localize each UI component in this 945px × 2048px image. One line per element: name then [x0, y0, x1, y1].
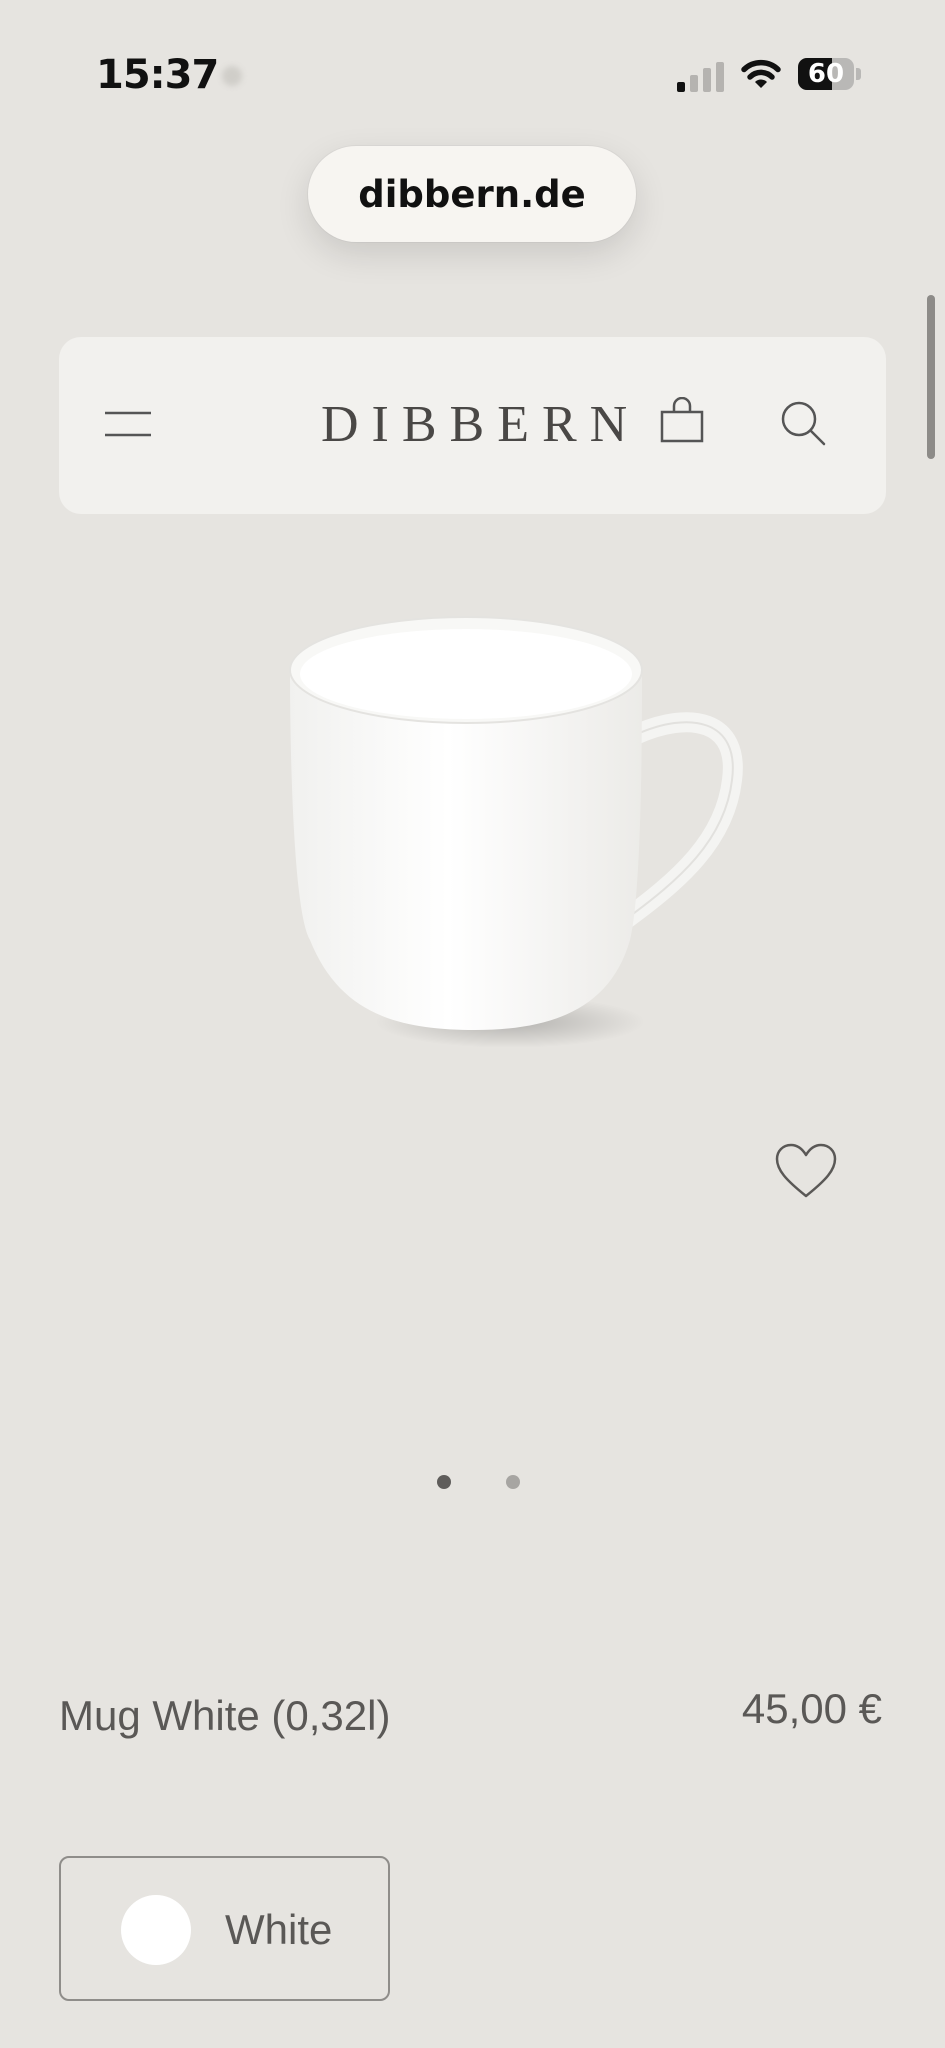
carousel-dot-1[interactable]: [437, 1475, 451, 1489]
menu-icon[interactable]: [105, 409, 151, 439]
site-header: DIBBERN: [59, 337, 886, 514]
url-text: dibbern.de: [358, 172, 586, 216]
status-indicator-icon: [222, 66, 242, 86]
wifi-icon: [741, 59, 781, 88]
carousel-pagination: [433, 1475, 533, 1495]
status-bar: 15:37 60: [0, 0, 945, 150]
wishlist-heart-icon[interactable]: [774, 1142, 838, 1200]
brand-logo[interactable]: DIBBERN: [321, 395, 640, 455]
product-title: Mug White (0,32l): [59, 1692, 391, 1739]
product-image[interactable]: [270, 610, 750, 1080]
signal-icon: [677, 62, 724, 92]
search-icon[interactable]: [779, 399, 827, 447]
color-variant-button[interactable]: White: [59, 1856, 390, 2001]
variant-label: White: [225, 1906, 333, 1953]
battery-icon: 60: [798, 58, 862, 90]
color-swatch: [121, 1895, 191, 1965]
product-price: 45,00 €: [741, 1685, 882, 1732]
status-time: 15:37: [96, 52, 219, 98]
battery-level: 60: [807, 59, 845, 89]
url-bar[interactable]: dibbern.de: [308, 146, 636, 242]
shopping-bag-icon[interactable]: [659, 397, 705, 445]
page-scrollbar[interactable]: [927, 295, 935, 459]
carousel-dot-2[interactable]: [506, 1475, 520, 1489]
